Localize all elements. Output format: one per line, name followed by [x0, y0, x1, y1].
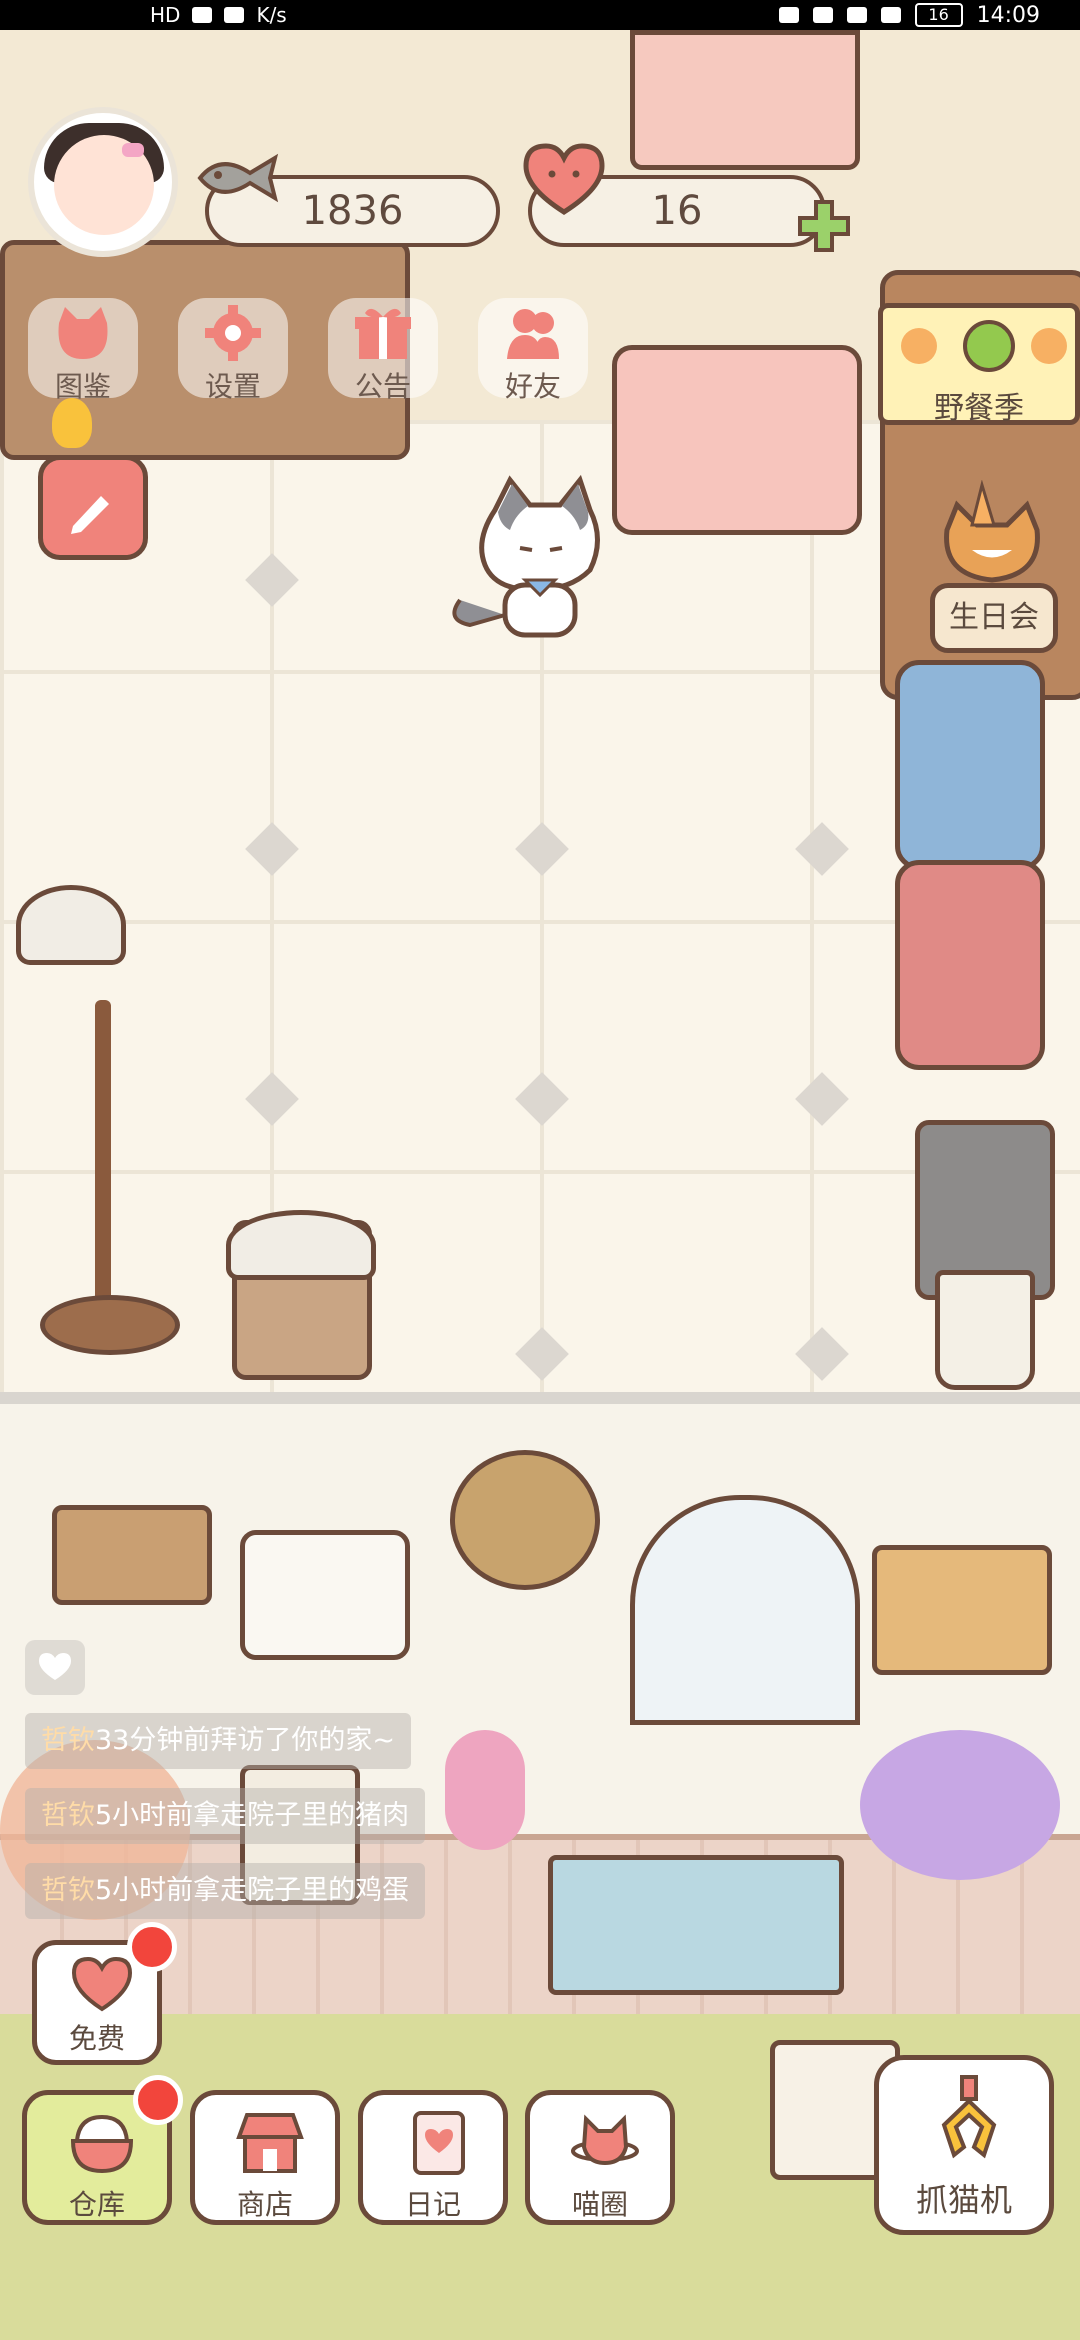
- heart-count: 16: [651, 188, 703, 234]
- shaved-ice-machine-red[interactable]: [895, 860, 1045, 1070]
- apple-icon: [963, 320, 1015, 372]
- blue-rug[interactable]: [548, 1855, 844, 1995]
- diary-button[interactable]: 日记: [358, 2090, 508, 2225]
- trash-bin-lid: [226, 1210, 376, 1280]
- flower-planter[interactable]: [52, 1505, 212, 1605]
- tulip-decoration-icon: [52, 398, 92, 448]
- diary-label: 日记: [404, 2188, 461, 2221]
- diary-icon: [413, 2111, 465, 2175]
- settings-button[interactable]: 设置: [178, 283, 288, 413]
- shop-label: 商店: [236, 2188, 293, 2221]
- message-toggle-button[interactable]: [25, 1640, 85, 1695]
- speed-unit: K/s: [256, 3, 287, 27]
- claw-machine-label: 抓猫机: [915, 2181, 1012, 2219]
- message-sender: 哲钦: [41, 1800, 95, 1831]
- claw-machine-button[interactable]: 抓猫机: [874, 2055, 1054, 2235]
- battery-indicator: 16: [914, 3, 963, 27]
- settings-label: 设置: [204, 370, 261, 403]
- location-icon: [846, 7, 867, 23]
- coat-rack[interactable]: [95, 1000, 111, 1320]
- shop-icon: [236, 2113, 304, 2173]
- add-hearts-button[interactable]: [794, 196, 854, 256]
- eye-icon: [778, 7, 799, 23]
- notification-badge: [133, 2075, 183, 2125]
- claw-icon: [941, 2075, 997, 2159]
- visit-message: 哲钦5小时前拿走院子里的鸡蛋: [25, 1863, 426, 1919]
- gear-icon: [205, 305, 261, 361]
- pink-cabinet[interactable]: [612, 345, 862, 535]
- wifi-icon: [224, 7, 245, 23]
- visit-message: 哲钦5小时前拿走院子里的猪肉: [25, 1788, 426, 1844]
- cat-book-icon: [58, 307, 108, 359]
- window-curtain[interactable]: [630, 30, 860, 170]
- photo-frame[interactable]: [872, 1545, 1052, 1675]
- hydrangea-plant[interactable]: [860, 1730, 1060, 1880]
- rice-bowl-icon: [70, 2114, 134, 2174]
- fish-icon: [197, 153, 279, 203]
- player-avatar[interactable]: [28, 107, 178, 257]
- free-label: 免费: [68, 2022, 125, 2055]
- notification-badge: [127, 1922, 177, 1972]
- announcement-button[interactable]: 公告: [328, 283, 438, 413]
- edit-room-button[interactable]: [38, 455, 148, 560]
- mute-icon: [880, 7, 901, 23]
- picnic-event-button[interactable]: 野餐季: [878, 303, 1080, 426]
- friends-button[interactable]: 好友: [478, 283, 588, 413]
- signal-icon: [192, 7, 213, 23]
- fish-count: 1836: [301, 188, 404, 234]
- flower-decoration-icon: [1031, 328, 1067, 364]
- nfc-icon: [812, 7, 833, 23]
- friends-label: 好友: [504, 370, 561, 403]
- clock: 14:09: [976, 2, 1040, 28]
- visit-message: 哲钦33分钟前拜访了你的家~: [25, 1713, 411, 1769]
- baseboard: [0, 1392, 1080, 1404]
- message-text: 5小时前拿走院子里的鸡蛋: [95, 1875, 410, 1906]
- shop-button[interactable]: 商店: [190, 2090, 340, 2225]
- avatar-bow: [122, 143, 144, 157]
- flower-sign[interactable]: [240, 1530, 410, 1660]
- coat-rack-base: [40, 1295, 180, 1355]
- heart-icon: [523, 143, 605, 215]
- message-sender: 哲钦: [41, 1725, 95, 1756]
- message-text: 5小时前拿走院子里的猪肉: [95, 1800, 410, 1831]
- shaved-ice-machine-blue[interactable]: [895, 660, 1045, 870]
- arched-door[interactable]: [630, 1495, 860, 1725]
- catalog-label: 图鉴: [54, 370, 111, 403]
- flower-decoration-icon: [901, 328, 937, 364]
- message-text: 33分钟前拜访了你的家~: [95, 1725, 395, 1756]
- floor-lamp[interactable]: [16, 885, 126, 965]
- hyacinth-pot[interactable]: [445, 1730, 525, 1850]
- pencil-icon: [71, 496, 109, 534]
- warehouse-label: 仓库: [68, 2188, 125, 2221]
- gift-icon: [355, 308, 411, 359]
- heart-icon: [71, 1956, 133, 2012]
- announcement-label: 公告: [354, 370, 411, 403]
- friends-icon: [507, 309, 559, 359]
- status-bar: HD K/s 16 14:09: [0, 0, 1080, 30]
- picnic-event-label: 野餐季: [934, 391, 1024, 426]
- hanging-plant-basket[interactable]: [450, 1450, 600, 1590]
- message-sender: 哲钦: [41, 1875, 95, 1906]
- heart-message-icon: [39, 1653, 71, 1680]
- cat-planet-icon: [571, 2114, 639, 2166]
- cat-circle-button[interactable]: 喵圈: [525, 2090, 675, 2225]
- catalog-button[interactable]: 图鉴: [28, 283, 138, 413]
- cat-sprite[interactable]: [440, 470, 630, 650]
- network-label: HD: [150, 3, 181, 27]
- cat-circle-label: 喵圈: [571, 2188, 628, 2221]
- umbrella-stand[interactable]: [935, 1270, 1035, 1390]
- birthday-event-button[interactable]: 生日会: [930, 583, 1058, 653]
